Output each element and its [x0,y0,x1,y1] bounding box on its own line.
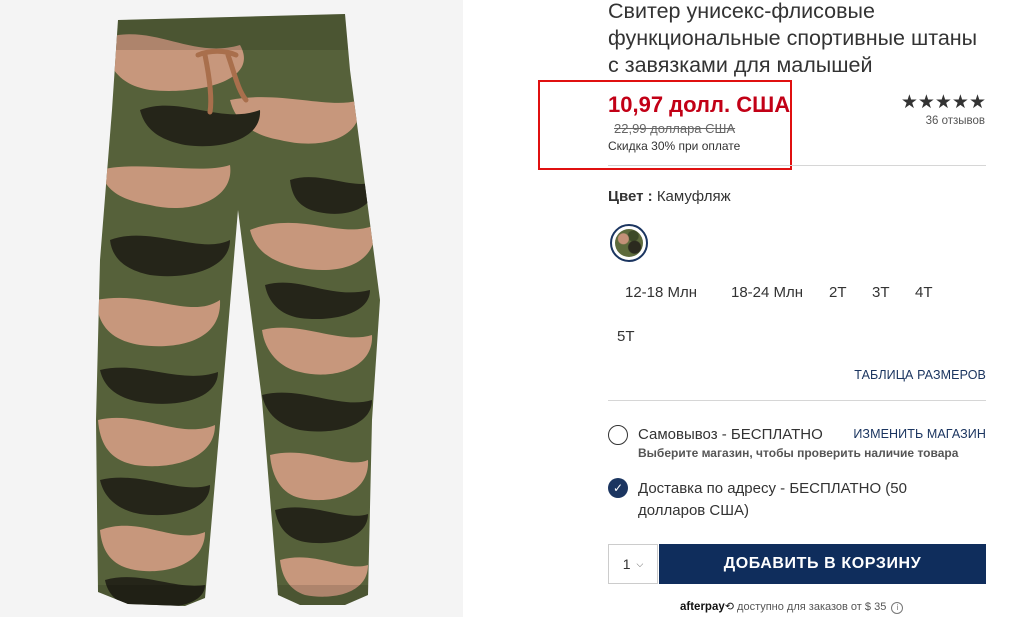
change-store-link[interactable]: ИЗМЕНИТЬ МАГАЗИН [853,427,986,441]
promo-text: Скидка 30% при оплате [608,139,741,153]
color-value: Камуфляж [656,188,731,205]
divider [608,400,986,401]
add-to-cart-button[interactable]: ДОБАВИТЬ В КОРЗИНУ [659,544,986,584]
color-swatch-camo[interactable] [610,224,648,262]
review-count-link[interactable]: 36 отзывов [901,115,985,127]
original-price: 22,99 доллара США [614,121,736,136]
divider [608,165,986,166]
shipping-label: Доставка по адресу - БЕСПЛАТНО (50 долла… [638,480,907,519]
pickup-radio[interactable] [608,425,628,445]
shipping-radio[interactable]: ✓ [608,478,628,498]
quantity-value: 1 [622,556,631,572]
checkmark-icon: ✓ [612,481,624,495]
camo-pants-illustration [96,14,380,606]
afterpay-info: afterpay⟲ доступно для заказов от $ 35 i [680,600,904,614]
product-details: Свитер унисекс-флисовые функциональные с… [538,0,986,617]
pickup-label: Самовывоз - БЕСПЛАТНО [638,426,823,443]
size-option[interactable]: 5T [617,328,635,345]
size-option[interactable]: 12-18 Млн [625,284,697,301]
afterpay-text: доступно для заказов от $ 35 [737,601,887,613]
afterpay-loop-icon: ⟲ [724,601,734,613]
color-selection: Цвет : Камуфляж [608,188,731,205]
quantity-select[interactable]: 1 ⌵ [608,544,658,584]
size-option[interactable]: 2T [829,284,847,301]
afterpay-logo: afterpay [680,601,725,613]
info-icon[interactable]: i [891,602,904,614]
product-title: Свитер унисекс-флисовые функциональные с… [608,0,978,77]
product-image[interactable] [0,0,463,617]
color-label: Цвет : [608,188,653,205]
size-option[interactable]: 3T [872,284,890,301]
pickup-note: Выберите магазин, чтобы проверить наличи… [638,446,959,460]
product-rating[interactable]: ★★★★★ 36 отзывов [900,92,986,128]
size-option[interactable]: 4T [915,284,933,301]
rating-stars-icon: ★★★★★ [900,92,986,113]
camo-swatch-icon [615,229,643,257]
size-option[interactable]: 18-24 Млн [731,284,803,301]
sale-price: 10,97 долл. США [608,92,791,117]
chevron-down-icon: ⌵ [636,558,644,569]
size-chart-link[interactable]: ТАБЛИЦА РАЗМЕРОВ [854,368,986,382]
